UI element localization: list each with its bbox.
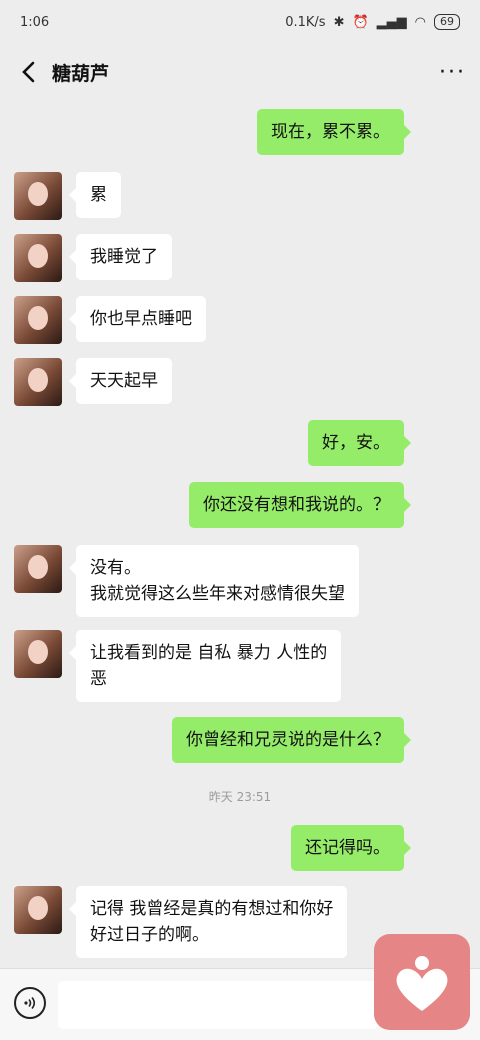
voice-icon [24, 996, 36, 1010]
alarm-icon: ⏰ [352, 14, 369, 30]
battery-icon: 69 [434, 14, 460, 30]
message-bubble-received[interactable]: 没有。 我就觉得这么些年来对感情很失望 [69, 545, 359, 617]
chevron-left-icon [22, 61, 35, 83]
message-bubble-sent[interactable]: 你还没有想和我说的。？ [189, 482, 411, 528]
chat-history[interactable]: 现在，累不累。 累 我睡觉了 你也早点睡吧 天天起早 好，安。 你还没有想和我说… [0, 100, 480, 968]
message-bubble-received[interactable]: 我睡觉了 [69, 234, 172, 280]
wifi-icon: ◠ [414, 14, 426, 30]
chat-title: 糖葫芦 [52, 62, 110, 85]
avatar[interactable] [14, 172, 62, 220]
avatar[interactable] [14, 358, 62, 406]
heart-person-icon [396, 956, 448, 1011]
message-bubble-received[interactable]: 记得 我曾经是真的有想过和你好 好过日子的啊。 [68, 886, 348, 958]
message-bubble-received[interactable]: 天天起早 [69, 358, 172, 404]
message-bubble-sent[interactable]: 还记得吗。 [291, 825, 411, 871]
avatar[interactable] [14, 296, 62, 344]
floating-app-button[interactable] [374, 934, 470, 1030]
message-bubble-received[interactable]: 累 [69, 172, 121, 218]
chat-header: 糖葫芦 ··· [0, 44, 480, 100]
avatar[interactable] [14, 886, 62, 934]
message-bubble-sent[interactable]: 你曾经和兄灵说的是什么？ [172, 717, 411, 763]
status-icons: 0.1K/s ✱ ⏰ ▂▄▆ ◠ 69 [285, 14, 460, 30]
message-input[interactable] [58, 981, 378, 1029]
message-bubble-received[interactable]: 让我看到的是 自私 暴力 人性的 恶 [68, 630, 342, 702]
avatar[interactable] [14, 545, 62, 593]
message-bubble-received[interactable]: 你也早点睡吧 [69, 296, 206, 342]
signal-icon: ▂▄▆ [376, 14, 407, 30]
message-bubble-sent[interactable]: 好，安。 [308, 420, 411, 466]
network-speed: 0.1K/s [285, 14, 326, 30]
message-bubble-sent[interactable]: 现在，累不累。 [257, 109, 411, 155]
status-bar: 1:06 0.1K/s ✱ ⏰ ▂▄▆ ◠ 69 [0, 0, 480, 44]
bluetooth-icon: ✱ [333, 14, 345, 30]
timestamp-divider: 昨天 23:51 [208, 790, 272, 804]
status-time: 1:06 [20, 14, 50, 30]
avatar[interactable] [14, 234, 62, 282]
voice-input-button[interactable] [14, 987, 46, 1019]
avatar[interactable] [14, 630, 62, 678]
back-button[interactable] [14, 58, 42, 86]
more-options-button[interactable]: ··· [439, 60, 466, 85]
